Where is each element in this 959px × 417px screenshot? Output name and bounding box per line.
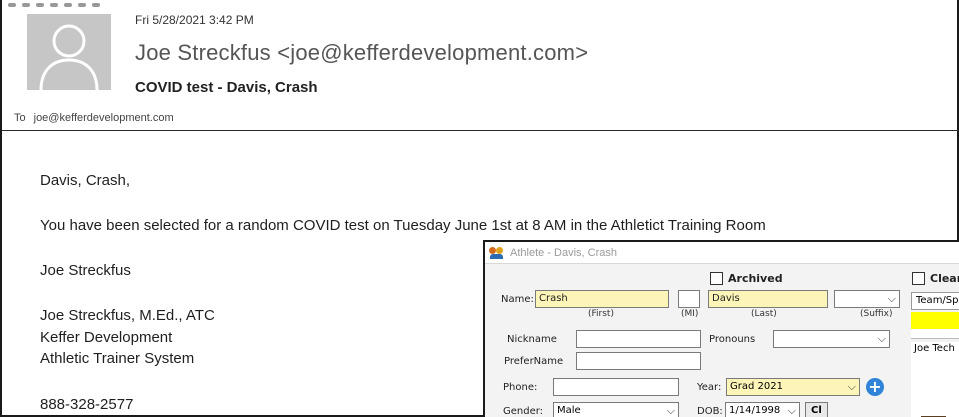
- phone-field[interactable]: [553, 378, 679, 396]
- team-row[interactable]: Joe Tech: [911, 342, 959, 358]
- sent-date: Fri 5/28/2021 3:42 PM: [135, 13, 254, 27]
- athletes-icon: [489, 246, 505, 260]
- chevron-down-icon: ⌵: [877, 332, 886, 345]
- clear-checkbox[interactable]: [912, 272, 925, 285]
- team-row-blank: [911, 329, 959, 339]
- team-list: [911, 358, 959, 417]
- name-label: Name:: [501, 294, 534, 305]
- email-signoff: Joe Streckfus: [40, 262, 131, 279]
- person-icon: [27, 14, 111, 90]
- dob-picker[interactable]: 1/14/1998 ⌵: [725, 402, 800, 417]
- dob-value: 1/14/1998: [729, 405, 781, 416]
- team-sport-header[interactable]: Team/Sp: [911, 292, 959, 310]
- athlete-window: Athlete - Davis, Crash Archived Clear Na…: [483, 240, 959, 417]
- gender-value: Male: [557, 405, 581, 416]
- first-caption: (First): [588, 309, 614, 319]
- year-dropdown[interactable]: Grad 2021 ⌵: [726, 378, 860, 396]
- last-caption: (Last): [751, 309, 777, 319]
- chevron-down-icon: ⌵: [887, 292, 896, 305]
- team-new-row[interactable]: [911, 312, 959, 329]
- chevron-down-icon: ⌵: [666, 404, 675, 417]
- prefername-field[interactable]: [576, 352, 701, 370]
- year-value: Grad 2021: [730, 381, 783, 392]
- clear-label: Clear: [930, 272, 959, 285]
- pronouns-dropdown[interactable]: ⌵: [773, 330, 890, 348]
- sender-name[interactable]: Joe Streckfus <joe@kefferdevelopment.com…: [135, 40, 588, 66]
- recipient-row: To joe@kefferdevelopment.com: [14, 112, 174, 124]
- last-name-field[interactable]: Davis: [708, 290, 828, 308]
- sender-avatar: [27, 14, 111, 90]
- window-title: Athlete - Davis, Crash: [510, 246, 617, 259]
- chevron-down-icon: ⌵: [787, 404, 796, 417]
- email-greeting: Davis, Crash,: [40, 172, 131, 189]
- signature-product: Athletic Trainer System: [40, 350, 195, 367]
- dob-label: DOB:: [697, 406, 723, 417]
- signature-company: Keffer Development: [40, 329, 173, 346]
- recipient-address[interactable]: joe@kefferdevelopment.com: [34, 112, 174, 124]
- chevron-down-icon: ⌵: [847, 380, 856, 393]
- year-label: Year:: [697, 382, 722, 393]
- suffix-dropdown[interactable]: ⌵: [834, 290, 900, 308]
- email-subject: COVID test - Davis, Crash: [135, 79, 318, 96]
- header-divider: [2, 130, 959, 131]
- signature-name: Joe Streckfus, M.Ed., ATC: [40, 307, 215, 324]
- email-message-text: You have been selected for a random COVI…: [40, 217, 766, 234]
- mi-caption: (MI): [681, 309, 699, 319]
- gender-dropdown[interactable]: Male ⌵: [553, 402, 679, 417]
- signature-phone: 888-328-2577: [40, 396, 134, 413]
- nickname-label: Nickname: [507, 334, 557, 345]
- archived-checkbox[interactable]: [710, 272, 723, 285]
- window-titlebar[interactable]: Athlete - Davis, Crash: [485, 242, 959, 264]
- to-label: To: [14, 112, 26, 124]
- middle-initial-field[interactable]: [678, 290, 700, 308]
- archived-label: Archived: [728, 272, 783, 285]
- prefername-label: PreferName: [504, 356, 564, 367]
- gender-label: Gender:: [503, 406, 544, 417]
- nickname-field[interactable]: [576, 330, 701, 348]
- pronouns-label: Pronouns: [709, 334, 756, 345]
- athlete-form: Archived Clear Name: Crash Davis ⌵ (Firs…: [485, 264, 959, 417]
- cl-button[interactable]: Cl: [805, 402, 828, 417]
- first-name-field[interactable]: Crash: [535, 290, 669, 308]
- clipped-header-row: [8, 0, 158, 7]
- suffix-caption: (Suffix): [860, 309, 893, 319]
- plus-circle-icon[interactable]: +: [866, 378, 884, 396]
- phone-label: Phone:: [503, 382, 538, 393]
